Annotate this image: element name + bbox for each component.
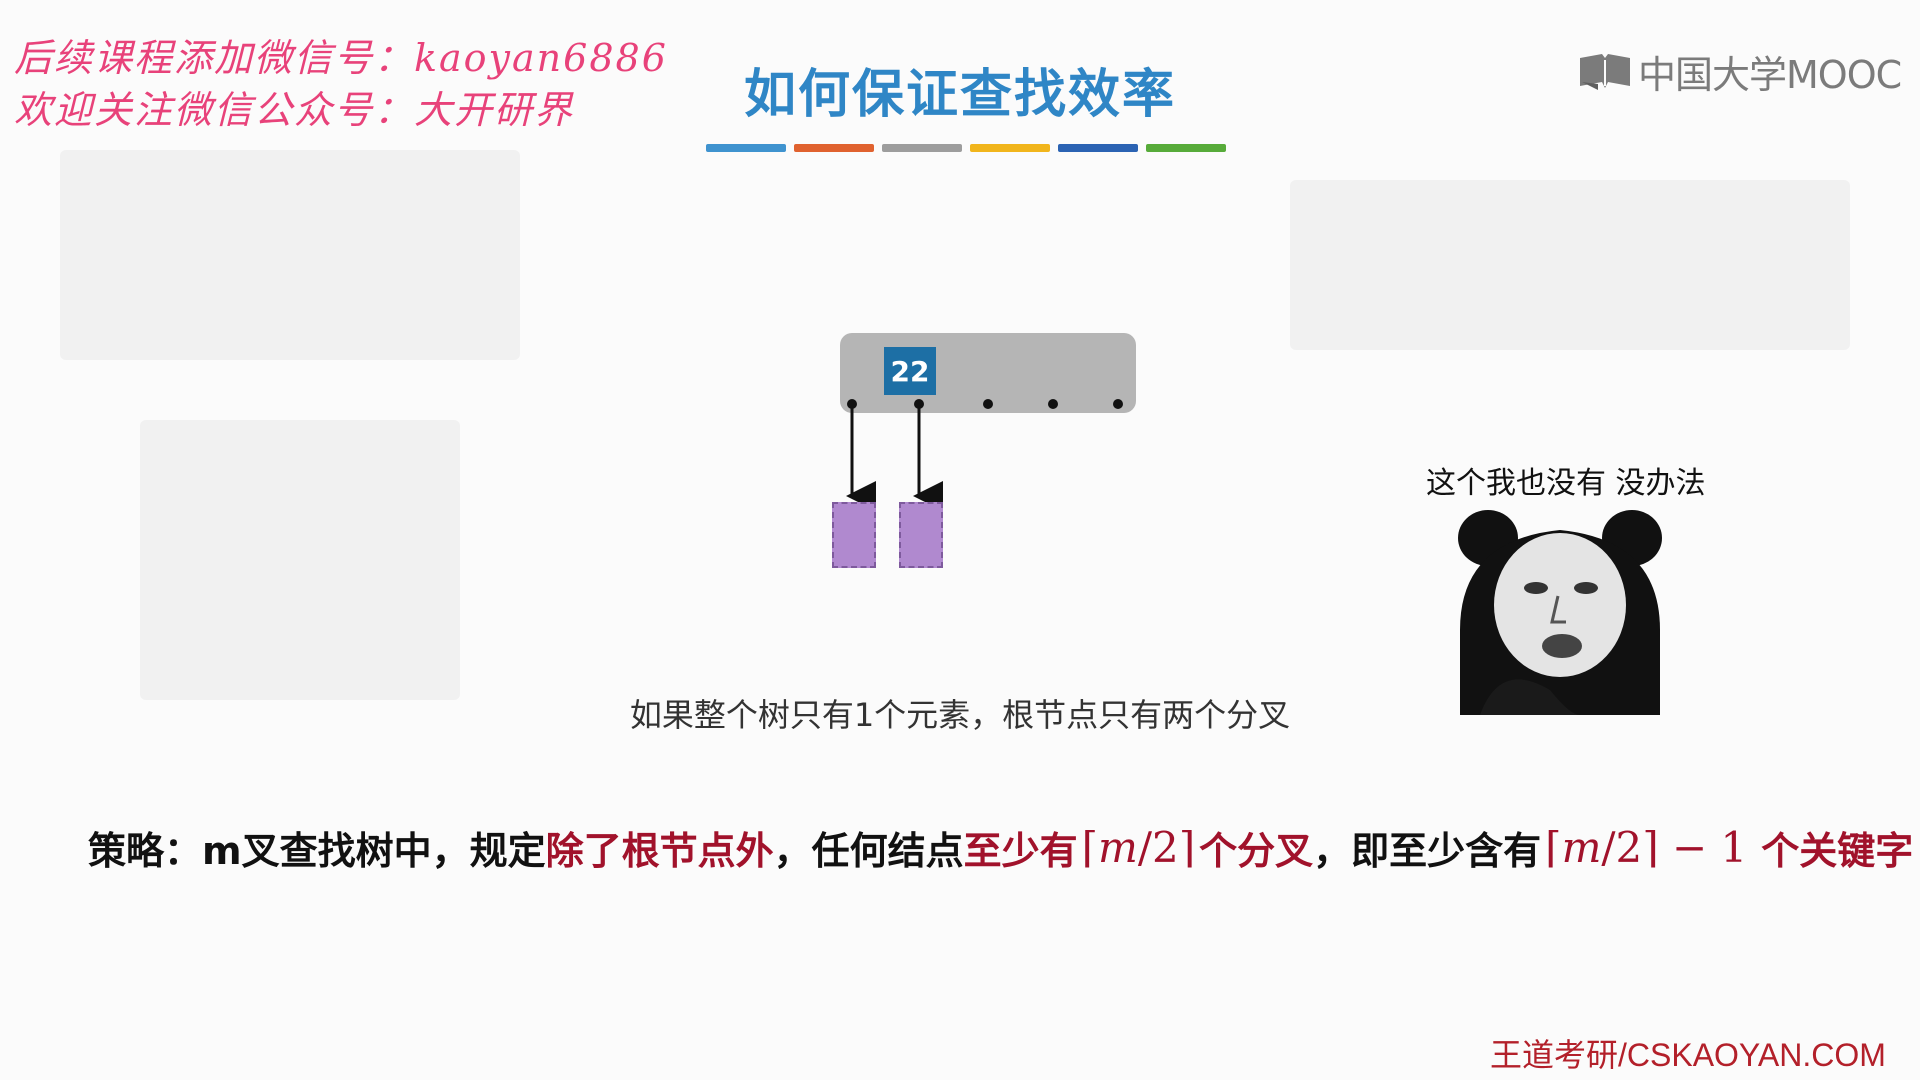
title-bar-segment <box>1146 144 1226 152</box>
strategy-part-6: ，即至少含有 <box>1313 829 1542 873</box>
strategy-emphasis-root: 除了根节点外 <box>545 829 774 873</box>
pointer-dot <box>983 399 993 409</box>
math-minus-one: − 1 <box>1658 823 1748 872</box>
title-bar-segment <box>794 144 874 152</box>
title-color-bar <box>706 144 1226 152</box>
title-bar-segment <box>970 144 1050 152</box>
strategy-text: 策略：m叉查找树中，规定 除了根节点外 ，任何结点 至少有 ⌈m/2⌉ 个分叉 … <box>88 820 1913 875</box>
title-bar-segment <box>1058 144 1138 152</box>
meme-caption: 这个我也没有 没办法 <box>1426 466 1706 501</box>
background-ghost <box>140 420 460 700</box>
ceil-m-over-2-minus-1: ⌈m/2⌉ − 1 <box>1545 823 1748 872</box>
pointer-dot <box>1113 399 1123 409</box>
background-ghost <box>60 150 520 360</box>
strategy-emphasis-atleast: 至少有 <box>963 829 1078 873</box>
background-ghost <box>1290 180 1850 350</box>
strategy-emphasis-keys: 个关键字 <box>1761 829 1914 873</box>
slide-title: 如何保证查找效率 <box>743 65 1176 125</box>
child-leaf-right <box>899 502 943 568</box>
title-bar-segment <box>706 144 786 152</box>
pointer-dots <box>847 399 1123 409</box>
pointer-dot <box>1048 399 1058 409</box>
math-over-2: /2 <box>1137 823 1179 872</box>
panda-meme-icon <box>1458 510 1662 715</box>
strategy-part-1: 策略：m叉查找树中，规定 <box>88 829 546 873</box>
math-m: m <box>1098 823 1138 872</box>
ceil-m-over-2: ⌈m/2⌉ <box>1081 823 1196 872</box>
math-m: m <box>1561 823 1602 872</box>
math-over-2: /2 <box>1601 823 1643 872</box>
title-bar-segment <box>882 144 962 152</box>
strategy-emphasis-branches: 个分叉 <box>1199 829 1314 873</box>
strategy-part-3: ，任何结点 <box>773 829 964 873</box>
footer-brand: 王道考研/CSKAOYAN.COM <box>1490 1037 1886 1073</box>
child-leaf-left <box>832 502 876 568</box>
btree-root-diagram: 22 <box>820 330 1140 590</box>
